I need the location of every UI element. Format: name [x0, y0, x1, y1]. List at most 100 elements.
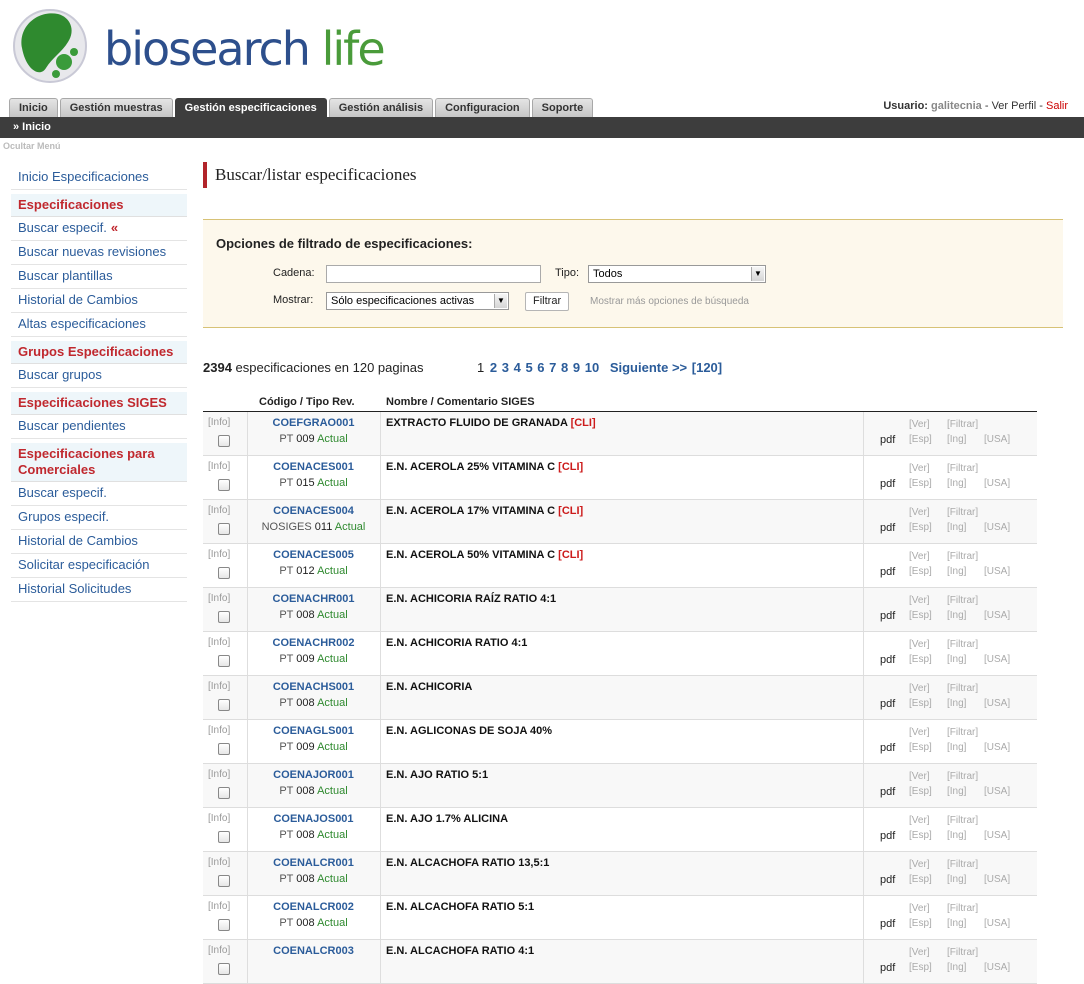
filter-link[interactable]: [Filtrar]	[947, 903, 978, 914]
filter-link[interactable]: [Filtrar]	[947, 419, 978, 430]
info-link[interactable]: [Info]	[208, 681, 230, 692]
filter-link[interactable]: [Filtrar]	[947, 507, 978, 518]
spanish-link[interactable]: [Esp]	[909, 522, 932, 533]
mostrar-select[interactable]: Sólo especificaciones activas ▼	[326, 292, 509, 310]
spanish-link[interactable]: [Esp]	[909, 610, 932, 621]
pager-page-6[interactable]: 6	[537, 360, 544, 375]
spanish-link[interactable]: [Esp]	[909, 566, 932, 577]
view-link[interactable]: [Ver]	[909, 815, 930, 826]
view-link[interactable]: [Ver]	[909, 859, 930, 870]
english-link[interactable]: [Ing]	[947, 698, 966, 709]
spec-code-link[interactable]: COENACES004	[247, 505, 380, 517]
filter-link[interactable]: [Filtrar]	[947, 859, 978, 870]
pager-page-10[interactable]: 10	[585, 360, 599, 375]
spec-code-link[interactable]: COENAJOR001	[247, 769, 380, 781]
usa-link[interactable]: [USA]	[984, 786, 1010, 797]
sidebar-item-altas-especificaciones[interactable]: Altas especificaciones	[11, 313, 187, 337]
english-link[interactable]: [Ing]	[947, 566, 966, 577]
english-link[interactable]: [Ing]	[947, 742, 966, 753]
filter-link[interactable]: [Filtrar]	[947, 551, 978, 562]
pager-page-2[interactable]: 2	[490, 360, 497, 375]
pdf-link[interactable]: pdf	[880, 566, 895, 578]
pdf-link[interactable]: pdf	[880, 830, 895, 842]
row-checkbox[interactable]	[218, 611, 230, 623]
breadcrumb-home-link[interactable]: » Inicio	[13, 121, 51, 133]
usa-link[interactable]: [USA]	[984, 962, 1010, 973]
sidebar-item-buscar-pendientes[interactable]: Buscar pendientes	[11, 415, 187, 439]
view-link[interactable]: [Ver]	[909, 947, 930, 958]
english-link[interactable]: [Ing]	[947, 786, 966, 797]
usa-link[interactable]: [USA]	[984, 654, 1010, 665]
view-link[interactable]: [Ver]	[909, 639, 930, 650]
info-link[interactable]: [Info]	[208, 813, 230, 824]
spanish-link[interactable]: [Esp]	[909, 962, 932, 973]
sidebar-item-historial-de-cambios[interactable]: Historial de Cambios	[11, 530, 187, 554]
spanish-link[interactable]: [Esp]	[909, 742, 932, 753]
pdf-link[interactable]: pdf	[880, 874, 895, 886]
info-link[interactable]: [Info]	[208, 901, 230, 912]
spanish-link[interactable]: [Esp]	[909, 434, 932, 445]
tab-configuracion[interactable]: Configuracion	[435, 98, 530, 117]
spec-code-link[interactable]: COENALCR002	[247, 901, 380, 913]
row-checkbox[interactable]	[218, 743, 230, 755]
row-checkbox[interactable]	[218, 435, 230, 447]
pdf-link[interactable]: pdf	[880, 786, 895, 798]
pager-page-5[interactable]: 5	[525, 360, 532, 375]
spanish-link[interactable]: [Esp]	[909, 654, 932, 665]
info-link[interactable]: [Info]	[208, 945, 230, 956]
usa-link[interactable]: [USA]	[984, 478, 1010, 489]
english-link[interactable]: [Ing]	[947, 434, 966, 445]
row-checkbox[interactable]	[218, 523, 230, 535]
pdf-link[interactable]: pdf	[880, 918, 895, 930]
row-checkbox[interactable]	[218, 655, 230, 667]
row-checkbox[interactable]	[218, 699, 230, 711]
spec-code-link[interactable]: COENACES001	[247, 461, 380, 473]
tab-inicio[interactable]: Inicio	[9, 98, 58, 117]
pager-last-link[interactable]: [120]	[692, 360, 722, 375]
pdf-link[interactable]: pdf	[880, 478, 895, 490]
english-link[interactable]: [Ing]	[947, 830, 966, 841]
pager-page-7[interactable]: 7	[549, 360, 556, 375]
spec-code-link[interactable]: COENACES005	[247, 549, 380, 561]
spanish-link[interactable]: [Esp]	[909, 918, 932, 929]
view-link[interactable]: [Ver]	[909, 551, 930, 562]
info-link[interactable]: [Info]	[208, 461, 230, 472]
cadena-input[interactable]	[326, 265, 541, 283]
sidebar-item-buscar-plantillas[interactable]: Buscar plantillas	[11, 265, 187, 289]
view-link[interactable]: [Ver]	[909, 683, 930, 694]
view-link[interactable]: [Ver]	[909, 595, 930, 606]
view-link[interactable]: [Ver]	[909, 507, 930, 518]
row-checkbox[interactable]	[218, 479, 230, 491]
spanish-link[interactable]: [Esp]	[909, 830, 932, 841]
view-link[interactable]: [Ver]	[909, 771, 930, 782]
info-link[interactable]: [Info]	[208, 417, 230, 428]
filter-link[interactable]: [Filtrar]	[947, 815, 978, 826]
row-checkbox[interactable]	[218, 567, 230, 579]
spec-code-link[interactable]: COENACHS001	[247, 681, 380, 693]
more-options-link[interactable]: Mostrar más opciones de búsqueda	[590, 296, 749, 307]
filter-link[interactable]: [Filtrar]	[947, 683, 978, 694]
pager-page-8[interactable]: 8	[561, 360, 568, 375]
pdf-link[interactable]: pdf	[880, 698, 895, 710]
filter-button[interactable]: Filtrar	[525, 292, 570, 311]
pager-page-9[interactable]: 9	[573, 360, 580, 375]
sidebar-item-grupos-especif[interactable]: Grupos especif.	[11, 506, 187, 530]
pdf-link[interactable]: pdf	[880, 742, 895, 754]
usa-link[interactable]: [USA]	[984, 742, 1010, 753]
usa-link[interactable]: [USA]	[984, 830, 1010, 841]
filter-link[interactable]: [Filtrar]	[947, 639, 978, 650]
info-link[interactable]: [Info]	[208, 637, 230, 648]
sidebar-item-historial-solicitudes[interactable]: Historial Solicitudes	[11, 578, 187, 602]
english-link[interactable]: [Ing]	[947, 918, 966, 929]
pdf-link[interactable]: pdf	[880, 654, 895, 666]
row-checkbox[interactable]	[218, 963, 230, 975]
usa-link[interactable]: [USA]	[984, 698, 1010, 709]
sidebar-item-historial-de-cambios[interactable]: Historial de Cambios	[11, 289, 187, 313]
english-link[interactable]: [Ing]	[947, 522, 966, 533]
tab-gestion-muestras[interactable]: Gestión muestras	[59, 98, 173, 117]
pager-page-4[interactable]: 4	[514, 360, 521, 375]
view-link[interactable]: [Ver]	[909, 727, 930, 738]
sidebar-item-buscar-especif[interactable]: Buscar especif. «	[11, 217, 187, 241]
spanish-link[interactable]: [Esp]	[909, 874, 932, 885]
view-link[interactable]: [Ver]	[909, 903, 930, 914]
